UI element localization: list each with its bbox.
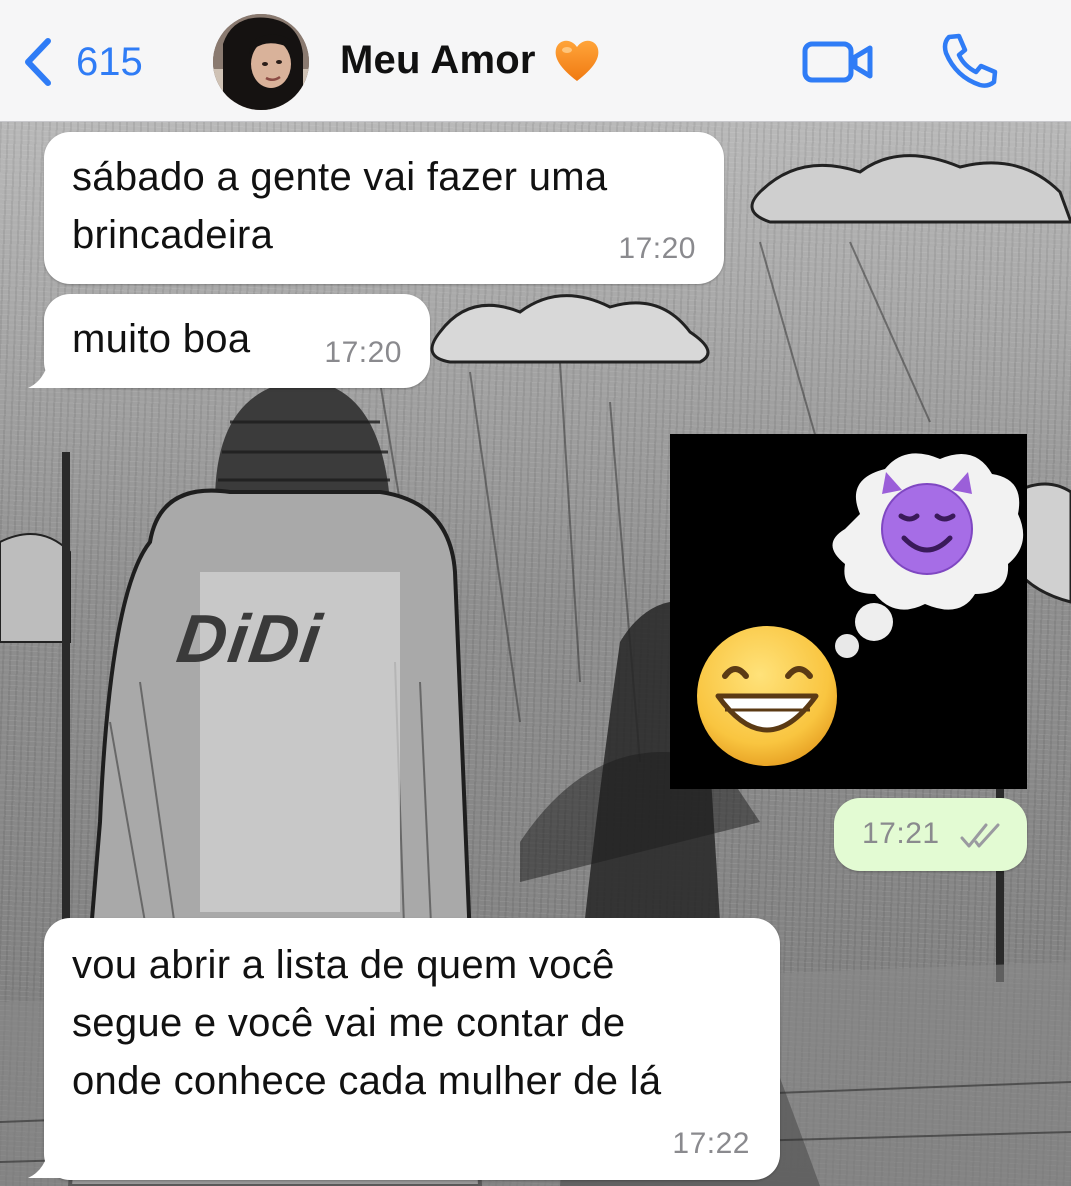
grinning-face-emoji	[697, 626, 837, 766]
double-check-icon	[960, 823, 1000, 848]
message-time: 17:20	[618, 232, 696, 265]
message-line: vou abrir a lista de quem você	[72, 943, 615, 987]
message-line: sábado a gente vai fazer uma	[72, 155, 608, 199]
phone-icon	[942, 33, 998, 88]
voice-call-button[interactable]	[940, 33, 998, 94]
message-time: 17:20	[324, 336, 402, 369]
incoming-message[interactable]: sábado a gente vai fazer uma brincadeira…	[44, 132, 724, 284]
image-message[interactable]	[670, 434, 1027, 789]
unread-count: 615	[76, 39, 143, 84]
avatar[interactable]	[213, 14, 309, 110]
chevron-left-icon	[25, 38, 51, 86]
message-time: 17:22	[672, 1127, 750, 1160]
message-text: sábado a gente vai fazer uma brincadeira	[72, 148, 607, 264]
smiling-devil-emoji	[881, 472, 973, 575]
message-time: 17:21	[862, 817, 940, 850]
incoming-message[interactable]: muito boa 17:20	[44, 294, 430, 388]
video-call-button[interactable]	[802, 40, 874, 89]
wallpaper-didi-text: DiDi	[172, 601, 328, 677]
incoming-message[interactable]: vou abrir a lista de quem você segue e v…	[44, 918, 780, 1180]
chat-header: 615 Meu Amor	[0, 0, 1071, 122]
bubble-tail	[28, 350, 70, 388]
bubble-tail	[28, 1140, 70, 1178]
message-text: muito boa	[72, 317, 251, 361]
contact-title[interactable]: Meu Amor	[340, 36, 602, 84]
outgoing-message-meta[interactable]: 17:21	[834, 798, 1027, 871]
message-line: onde conhece cada mulher de lá	[72, 1059, 662, 1103]
message-line: segue e você vai me contar de	[72, 1001, 626, 1045]
orange-heart-emoji	[555, 40, 599, 81]
message-line: brincadeira	[72, 213, 274, 257]
message-text: vou abrir a lista de quem você segue e v…	[72, 936, 661, 1110]
back-button[interactable]: 615	[22, 34, 143, 90]
contact-name: Meu Amor	[340, 37, 536, 82]
video-camera-icon	[802, 41, 873, 83]
